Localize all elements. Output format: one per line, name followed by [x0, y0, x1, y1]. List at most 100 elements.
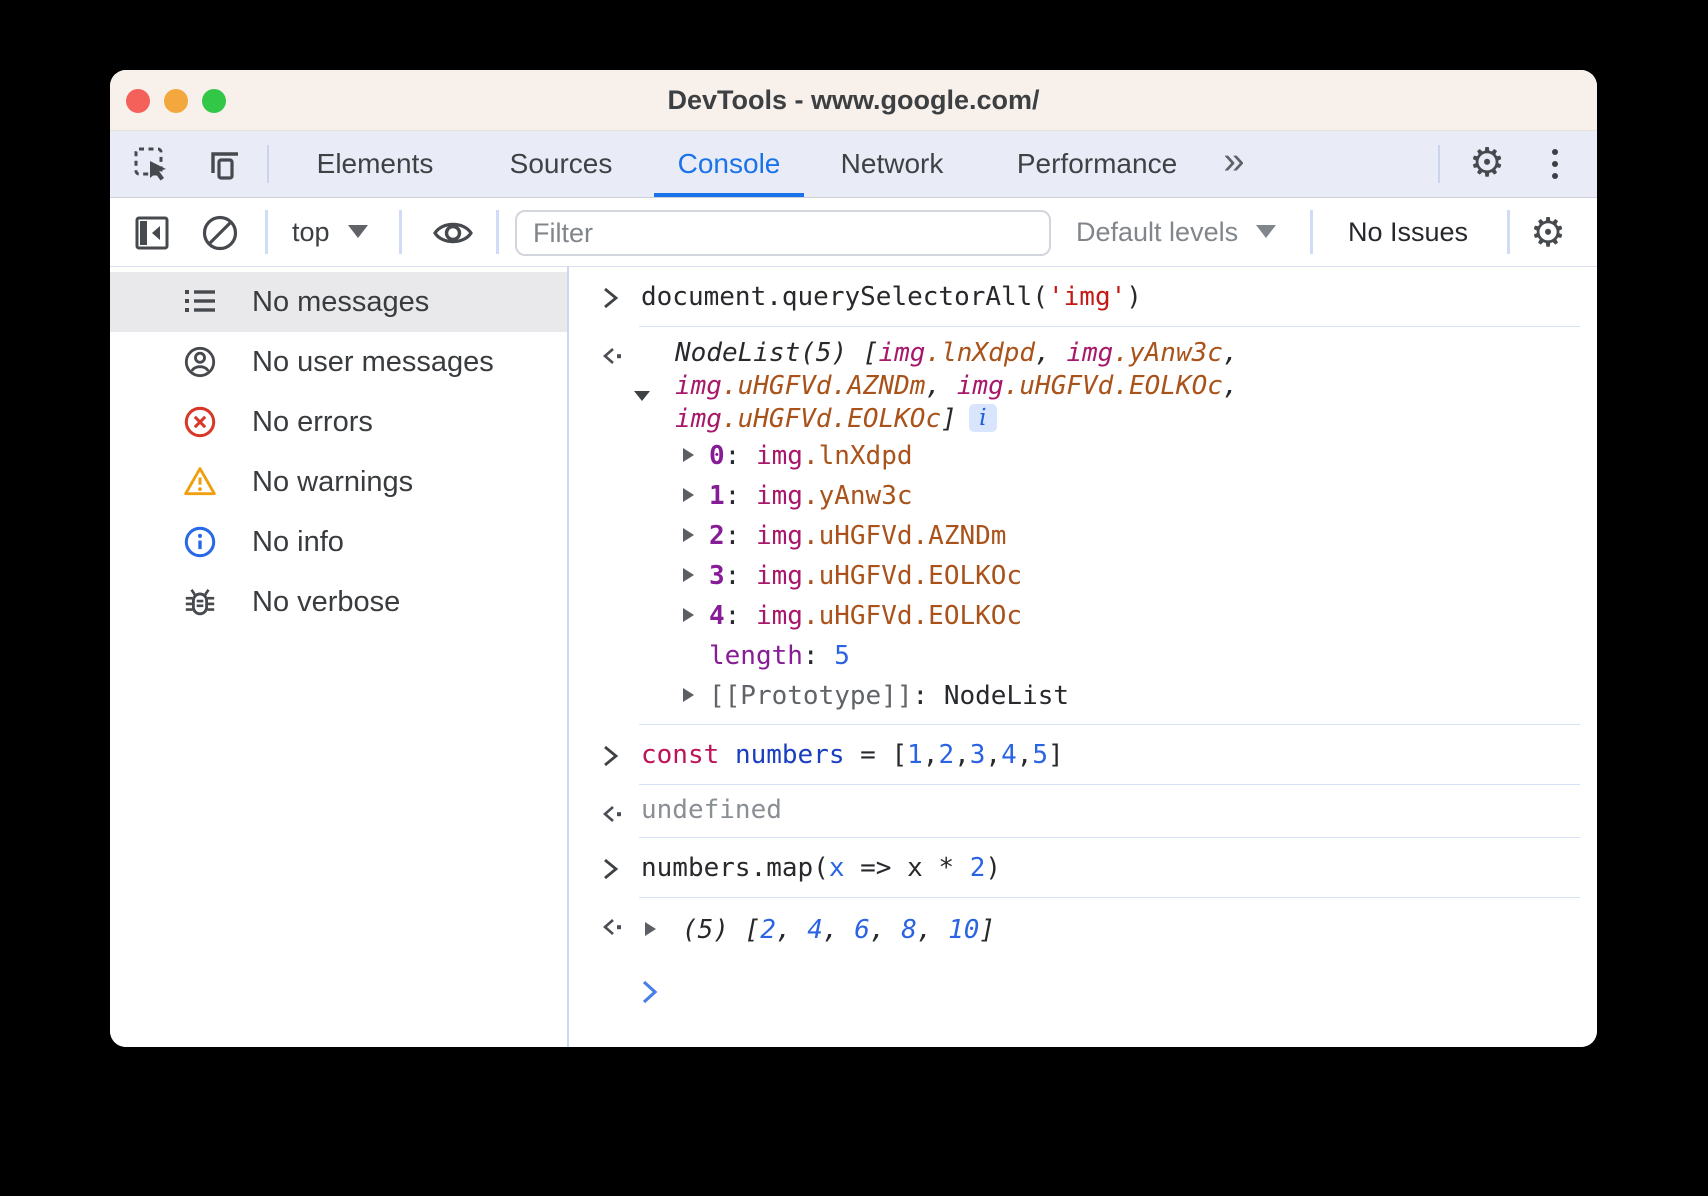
code-token: length — [709, 641, 803, 671]
filter-input[interactable] — [515, 210, 1051, 256]
code-token: 0 — [709, 441, 725, 471]
code-token: 5 — [1032, 740, 1048, 770]
sidebar-item-no-messages[interactable]: No messages — [110, 272, 567, 332]
code-token: ) — [1126, 282, 1142, 312]
code-token: ) — [985, 853, 1001, 883]
code-token: 5 — [834, 641, 850, 671]
code-token: : — [725, 561, 756, 591]
eye-icon[interactable] — [432, 212, 474, 254]
console-settings-gear-icon[interactable]: ⚙ — [1527, 212, 1569, 254]
code-token: undefined — [641, 795, 782, 825]
code-token: 10 — [948, 915, 979, 945]
nodelist-child-row[interactable]: 3: img.uHGFVd.EOLKOc — [641, 556, 1576, 596]
code-token: .uHGFVd.EOLKOc — [803, 561, 1022, 591]
code-token: : — [725, 521, 756, 551]
expand-triangle-icon[interactable] — [681, 676, 696, 716]
code-token: , — [985, 740, 1001, 770]
code-token: document.querySelectorAll( — [641, 282, 1048, 312]
clear-console-icon[interactable] — [199, 212, 241, 254]
code-token: => x * — [845, 853, 970, 883]
expand-triangle-icon[interactable] — [681, 556, 696, 596]
bug-icon — [183, 585, 217, 619]
tab-sources[interactable]: Sources — [510, 131, 613, 197]
console-prompt[interactable] — [639, 953, 1597, 1014]
nodelist-child-row[interactable]: 2: img.uHGFVd.AZNDm — [641, 516, 1576, 556]
code-token: .yAnw3c — [803, 481, 913, 511]
issues-status[interactable]: No Issues — [1348, 198, 1468, 267]
expand-triangle-icon[interactable] — [681, 516, 696, 556]
nodelist-child-row[interactable]: [[Prototype]]: NodeList — [641, 676, 1576, 716]
code-token: numbers — [735, 740, 845, 770]
code-token: .uHGFVd.AZNDm — [803, 521, 1007, 551]
chevron-down-icon — [348, 225, 368, 238]
code-token: , — [917, 915, 948, 945]
info-icon — [183, 525, 217, 559]
code-token: : — [725, 601, 756, 631]
active-tab-underline — [654, 193, 804, 197]
code-token: img — [879, 338, 926, 368]
code-token: (5) [ — [682, 915, 760, 945]
sidebar-item-no-info[interactable]: No info — [110, 512, 567, 572]
collapse-triangle-icon[interactable] — [633, 379, 651, 412]
sidebar-item-no-errors[interactable]: No errors — [110, 392, 567, 452]
nodelist-child-row[interactable]: 1: img.yAnw3c — [641, 476, 1576, 516]
code-token: 2 — [970, 853, 986, 883]
code-token: , — [1223, 371, 1239, 401]
code-token: x — [829, 853, 845, 883]
sidebar-item-no-user-messages[interactable]: No user messages — [110, 332, 567, 392]
code-token: img — [675, 371, 722, 401]
devtools-window: DevTools - www.google.com/ Elements Sourc… — [110, 70, 1597, 1047]
code-token: numbers.map( — [641, 853, 829, 883]
info-badge-icon[interactable]: i — [969, 404, 997, 432]
code-token: img — [675, 404, 722, 434]
divider — [496, 210, 499, 254]
code-token: : — [725, 481, 756, 511]
nodelist-child-row[interactable]: 4: img.uHGFVd.EOLKOc — [641, 596, 1576, 636]
inspect-cursor-icon[interactable] — [132, 145, 172, 185]
log-levels-dropdown[interactable]: Default levels — [1076, 198, 1276, 267]
context-selector[interactable]: top — [292, 198, 368, 267]
code-token: 4 — [1001, 740, 1017, 770]
nodelist-child-row[interactable]: length: 5 — [641, 636, 1576, 676]
tab-network[interactable]: Network — [841, 131, 944, 197]
code-token: .uHGFVd.EOLKOc — [722, 404, 941, 434]
tab-bar: Elements Sources Console Network Performance… — [110, 131, 1597, 198]
device-toolbar-icon[interactable] — [204, 145, 244, 185]
code-token: 4 — [807, 915, 823, 945]
expand-triangle-icon[interactable] — [681, 436, 696, 476]
list-icon — [183, 285, 217, 319]
settings-gear-icon[interactable]: ⚙ — [1467, 143, 1507, 183]
console-toolbar: top Default levels No Issues ⚙ — [110, 198, 1597, 267]
sidebar-item-no-warnings[interactable]: No warnings — [110, 452, 567, 512]
tab-performance[interactable]: Performance — [1017, 131, 1177, 197]
sidebar-item-no-verbose[interactable]: No verbose — [110, 572, 567, 632]
code-token: .uHGFVd.EOLKOc — [803, 601, 1022, 631]
expand-triangle-icon[interactable] — [643, 914, 658, 947]
code-token: , — [870, 915, 901, 945]
chevron-down-icon — [1256, 225, 1276, 238]
expand-triangle-icon[interactable] — [681, 476, 696, 516]
console-command: numbers.map(x => x * 2) — [639, 838, 1580, 898]
warning-icon — [183, 465, 217, 499]
expand-triangle-icon[interactable] — [681, 596, 696, 636]
code-token: 'img' — [1048, 282, 1126, 312]
console-command: const numbers = [1,2,3,4,5] — [639, 725, 1580, 785]
divider — [265, 210, 268, 254]
nodelist-preview[interactable]: NodeList(5) [img.lnXdpd, img.yAnw3c,img.… — [641, 337, 1576, 436]
sidebar-item-label: No user messages — [252, 346, 494, 379]
sidebar-item-label: No errors — [252, 406, 373, 439]
code-token: , — [776, 915, 807, 945]
kebab-menu-icon[interactable] — [1550, 144, 1560, 184]
more-tabs-button[interactable]: » — [1223, 131, 1240, 197]
window-title: DevTools - www.google.com/ — [110, 70, 1597, 131]
divider — [1438, 145, 1440, 183]
code-token: 1 — [907, 740, 923, 770]
return-value-icon — [601, 916, 627, 942]
code-token: NodeList — [944, 681, 1069, 711]
nodelist-child-row[interactable]: 0: img.lnXdpd — [641, 436, 1576, 476]
code-token: img — [756, 481, 803, 511]
code-token: img — [756, 441, 803, 471]
console-sidebar-toggle-icon[interactable] — [131, 212, 173, 254]
tab-elements[interactable]: Elements — [317, 131, 434, 197]
tab-console[interactable]: Console — [678, 131, 781, 197]
